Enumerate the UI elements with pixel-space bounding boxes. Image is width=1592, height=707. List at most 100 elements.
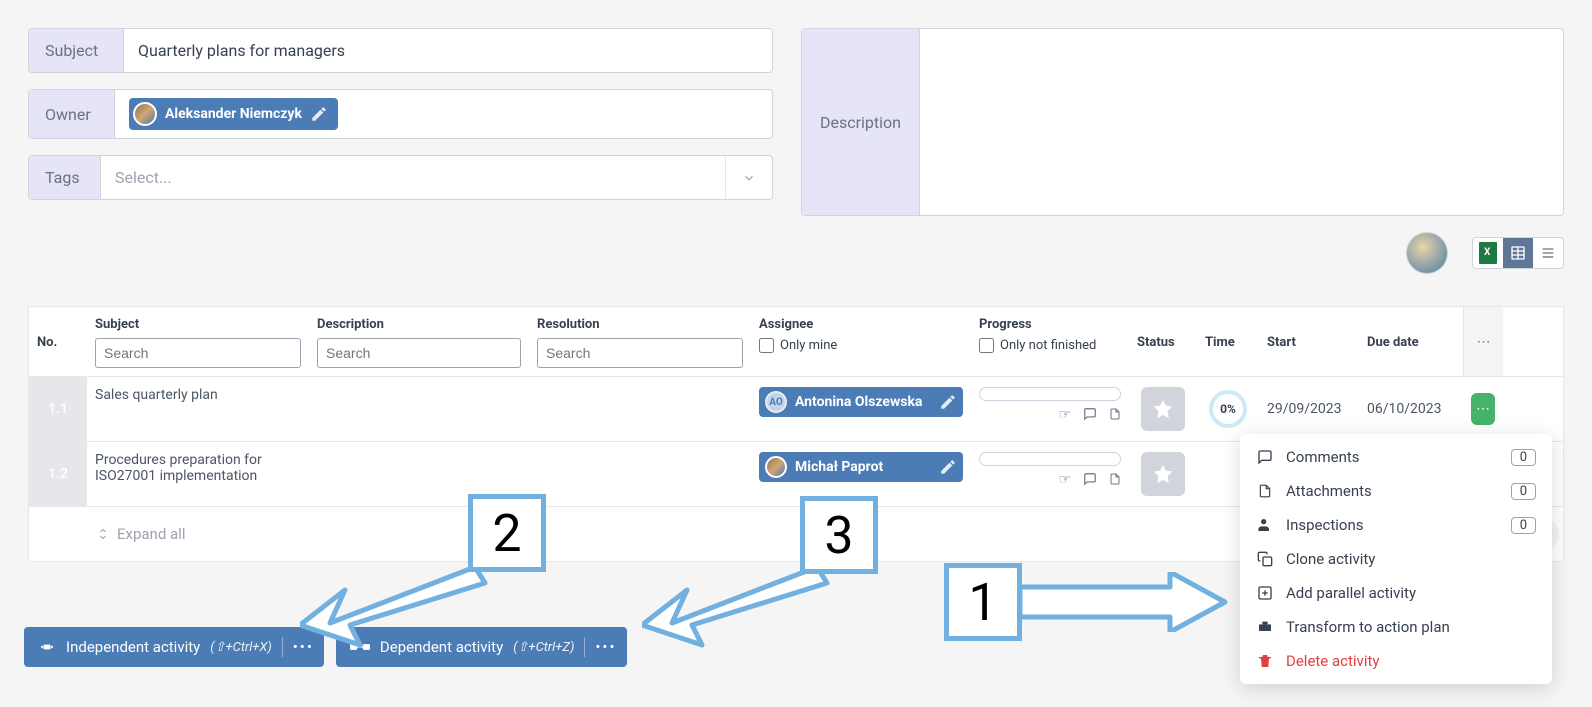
cell-resolution[interactable] (529, 442, 751, 506)
cell-progress[interactable]: ☞ (971, 377, 1129, 441)
menu-comments[interactable]: Comments 0 (1240, 440, 1552, 474)
star-button[interactable] (1141, 387, 1185, 431)
independent-activity-button[interactable]: Independent activity (⇧+Ctrl+X) ••• (24, 627, 324, 667)
person-icon (1256, 516, 1274, 534)
progress-bar[interactable] (979, 387, 1121, 401)
comment-icon[interactable] (1083, 472, 1097, 490)
expand-icon (97, 526, 109, 542)
subject-label: Subject (29, 29, 124, 72)
row-number: 1.2 (29, 442, 87, 506)
left-fields: Subject Quarterly plans for managers Own… (28, 28, 773, 216)
card-icon (38, 640, 56, 654)
only-mine-checkbox[interactable]: Only mine (759, 338, 963, 353)
comment-icon[interactable] (1083, 407, 1097, 425)
avatar-icon (133, 102, 157, 126)
assignee-chip[interactable]: AO Antonina Olszewska (759, 387, 963, 417)
chevron-down-icon[interactable] (725, 156, 772, 199)
count-badge: 0 (1511, 483, 1536, 500)
cell-subject[interactable]: Procedures preparation for ISO27001 impl… (87, 442, 309, 506)
search-description-input[interactable] (317, 338, 521, 368)
avatar-icon[interactable] (1406, 232, 1448, 274)
th-no: No. (29, 325, 87, 358)
cell-time[interactable]: 0% (1197, 377, 1259, 441)
menu-transform[interactable]: Transform to action plan (1240, 610, 1552, 644)
row-actions-button[interactable]: ⋯ (1471, 393, 1495, 425)
toolbar-right (1406, 232, 1564, 274)
only-not-finished-checkbox[interactable]: Only not finished (979, 338, 1121, 353)
progress-bar[interactable] (979, 452, 1121, 466)
subject-field[interactable]: Subject Quarterly plans for managers (28, 28, 773, 73)
row-context-menu: Comments 0 Attachments 0 Inspections 0 C… (1240, 434, 1552, 684)
th-status: Status (1129, 325, 1197, 358)
arrow-icon (300, 555, 490, 650)
expand-all-button[interactable]: Expand all (87, 507, 1405, 561)
pencil-icon (939, 458, 957, 476)
description-label: Description (802, 29, 920, 215)
avatar-initials: AO (765, 391, 787, 413)
cell-due[interactable]: 06/10/2023 (1359, 377, 1463, 441)
document-icon[interactable] (1109, 407, 1121, 425)
search-subject-input[interactable] (95, 338, 301, 368)
independent-label: Independent activity (66, 638, 200, 656)
th-assignee: Assignee Only mine (751, 307, 971, 376)
cell-progress[interactable]: ☞ (971, 442, 1129, 506)
cell-status[interactable] (1129, 442, 1197, 506)
count-badge: 0 (1511, 517, 1536, 534)
th-subject: Subject (87, 307, 309, 376)
description-content[interactable] (920, 29, 1563, 215)
grid-view-button[interactable] (1503, 238, 1533, 268)
document-icon[interactable] (1109, 472, 1121, 490)
dependent-shortcut: (⇧+Ctrl+Z) (513, 640, 574, 655)
pencil-icon (939, 393, 957, 411)
cell-assignee[interactable]: AO Antonina Olszewska (751, 377, 971, 441)
tags-placeholder[interactable]: Select... (101, 156, 725, 199)
cell-start[interactable]: 29/09/2023 (1259, 377, 1359, 441)
table-header-more-button[interactable]: ⋯ (1463, 307, 1503, 376)
menu-inspections[interactable]: Inspections 0 (1240, 508, 1552, 542)
th-time: Time (1197, 325, 1259, 358)
subject-value[interactable]: Quarterly plans for managers (124, 29, 772, 72)
pointer-icon[interactable]: ☞ (1058, 407, 1071, 425)
trash-icon (1256, 652, 1274, 670)
list-view-button[interactable] (1533, 238, 1563, 268)
progress-icons: ☞ (979, 407, 1121, 425)
independent-shortcut: (⇧+Ctrl+X) (210, 640, 271, 655)
menu-add-parallel[interactable]: Add parallel activity (1240, 576, 1552, 610)
divider (282, 637, 283, 657)
transform-icon (1256, 618, 1274, 636)
owner-chip[interactable]: Aleksander Niemczyk (129, 98, 338, 130)
menu-clone[interactable]: Clone activity (1240, 542, 1552, 576)
progress-icons: ☞ (979, 472, 1121, 490)
table-header: No. Subject Description Resolution Assig… (29, 307, 1563, 377)
assignee-chip[interactable]: Michał Paprot (759, 452, 963, 482)
pointer-icon[interactable]: ☞ (1058, 472, 1071, 490)
annotation-callout-2: 2 (468, 494, 546, 572)
plus-icon (1256, 584, 1274, 602)
menu-attachments[interactable]: Attachments 0 (1240, 474, 1552, 508)
avatar-icon (765, 456, 787, 478)
th-resolution: Resolution (529, 307, 751, 376)
tags-field[interactable]: Tags Select... (28, 155, 773, 200)
owner-name: Aleksander Niemczyk (165, 106, 302, 122)
export-excel-button[interactable] (1473, 238, 1503, 268)
document-icon (1256, 482, 1274, 500)
comment-icon (1256, 448, 1274, 466)
cell-status[interactable] (1129, 377, 1197, 441)
annotation-callout-1: 1 (944, 563, 1022, 641)
cell-resolution[interactable] (529, 377, 751, 441)
form-area: Subject Quarterly plans for managers Own… (0, 0, 1592, 216)
count-badge: 0 (1511, 449, 1536, 466)
kebab-icon[interactable]: ••• (595, 638, 616, 656)
th-description: Description (309, 307, 529, 376)
cell-subject[interactable]: Sales quarterly plan (87, 377, 309, 441)
menu-delete[interactable]: Delete activity (1240, 644, 1552, 678)
assignee-name: Michał Paprot (795, 459, 883, 475)
owner-value[interactable]: Aleksander Niemczyk (115, 90, 772, 138)
star-button[interactable] (1141, 452, 1185, 496)
search-resolution-input[interactable] (537, 338, 743, 368)
description-field[interactable]: Description (801, 28, 1564, 216)
owner-field[interactable]: Owner Aleksander Niemczyk (28, 89, 773, 139)
time-ring: 0% (1209, 390, 1247, 428)
cell-description[interactable] (309, 377, 529, 441)
cell-actions: ⋯ (1463, 377, 1503, 441)
